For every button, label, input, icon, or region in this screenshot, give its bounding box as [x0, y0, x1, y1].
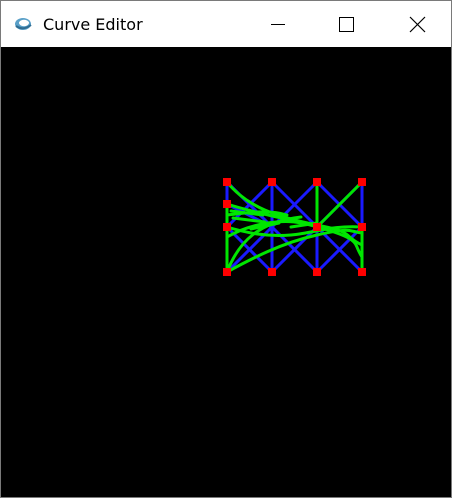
maximize-icon: [339, 17, 354, 32]
close-icon: [409, 16, 426, 33]
window-title: Curve Editor: [43, 15, 143, 34]
maximize-button[interactable]: [323, 1, 369, 47]
title-bar[interactable]: Curve Editor: [1, 1, 451, 47]
minimize-button[interactable]: [255, 1, 301, 47]
minimize-icon: [271, 24, 285, 25]
curves: [225, 180, 364, 274]
curve-drawing: [223, 178, 366, 276]
drawing-canvas[interactable]: [1, 47, 451, 497]
app-window: Curve Editor: [0, 0, 452, 498]
app-icon: [13, 14, 33, 34]
close-button[interactable]: [394, 1, 440, 47]
